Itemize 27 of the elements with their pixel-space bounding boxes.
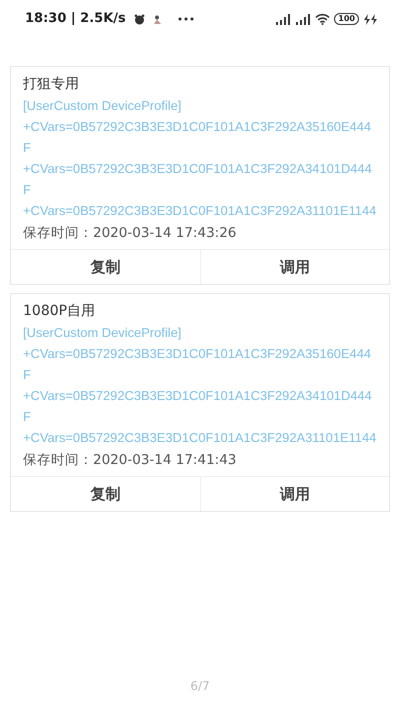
config-line: F	[23, 408, 31, 426]
config-line: [UserCustom DeviceProfile]	[23, 324, 182, 342]
signal-icon	[275, 14, 292, 24]
status-time: 18:30 | 2.5K/s	[25, 10, 126, 28]
config-line: [UserCustom DeviceProfile]	[23, 97, 182, 115]
config-line: F	[23, 366, 31, 384]
config-line: +CVars=0B57292C3B3E3D1C0F101A1C3F292A35160E444	[23, 345, 372, 363]
config-line: F	[23, 181, 31, 199]
page-indicator: 6/7	[189, 678, 211, 695]
config-line: F	[23, 139, 31, 157]
more-icon	[178, 17, 194, 21]
config-line: +CVars=0B57292C3B3E3D1C0F101A1C3F292A35160E444	[23, 118, 372, 136]
action-button[interactable]: 调用	[200, 249, 389, 284]
figure-icon	[152, 14, 162, 24]
config-line: +CVars=0B57292C3B3E3D1C0F101A1C3F292A34101D444	[23, 387, 372, 405]
wifi-icon	[315, 13, 330, 25]
charging-icon	[363, 14, 378, 24]
action-button[interactable]: 调用	[200, 476, 389, 511]
save-time: 保存时间：2020-03-14 17:43:26	[23, 224, 238, 243]
config-line: +CVars=0B57292C3B3E3D1C0F101A1C3F292A31101E1144	[23, 202, 376, 220]
signal-icon	[295, 14, 312, 24]
config-line: +CVars=0B57292C3B3E3D1C0F101A1C3F292A31101E1144	[23, 429, 376, 447]
config-line: +CVars=0B57292C3B3E3D1C0F101A1C3F292A34101D444	[23, 160, 372, 178]
battery-indicator: 100	[334, 13, 359, 25]
profile-title: 打狙专用	[23, 75, 80, 94]
profile-title: 1080P自用	[23, 302, 96, 321]
save-time: 保存时间：2020-03-14 17:41:43	[23, 451, 238, 470]
